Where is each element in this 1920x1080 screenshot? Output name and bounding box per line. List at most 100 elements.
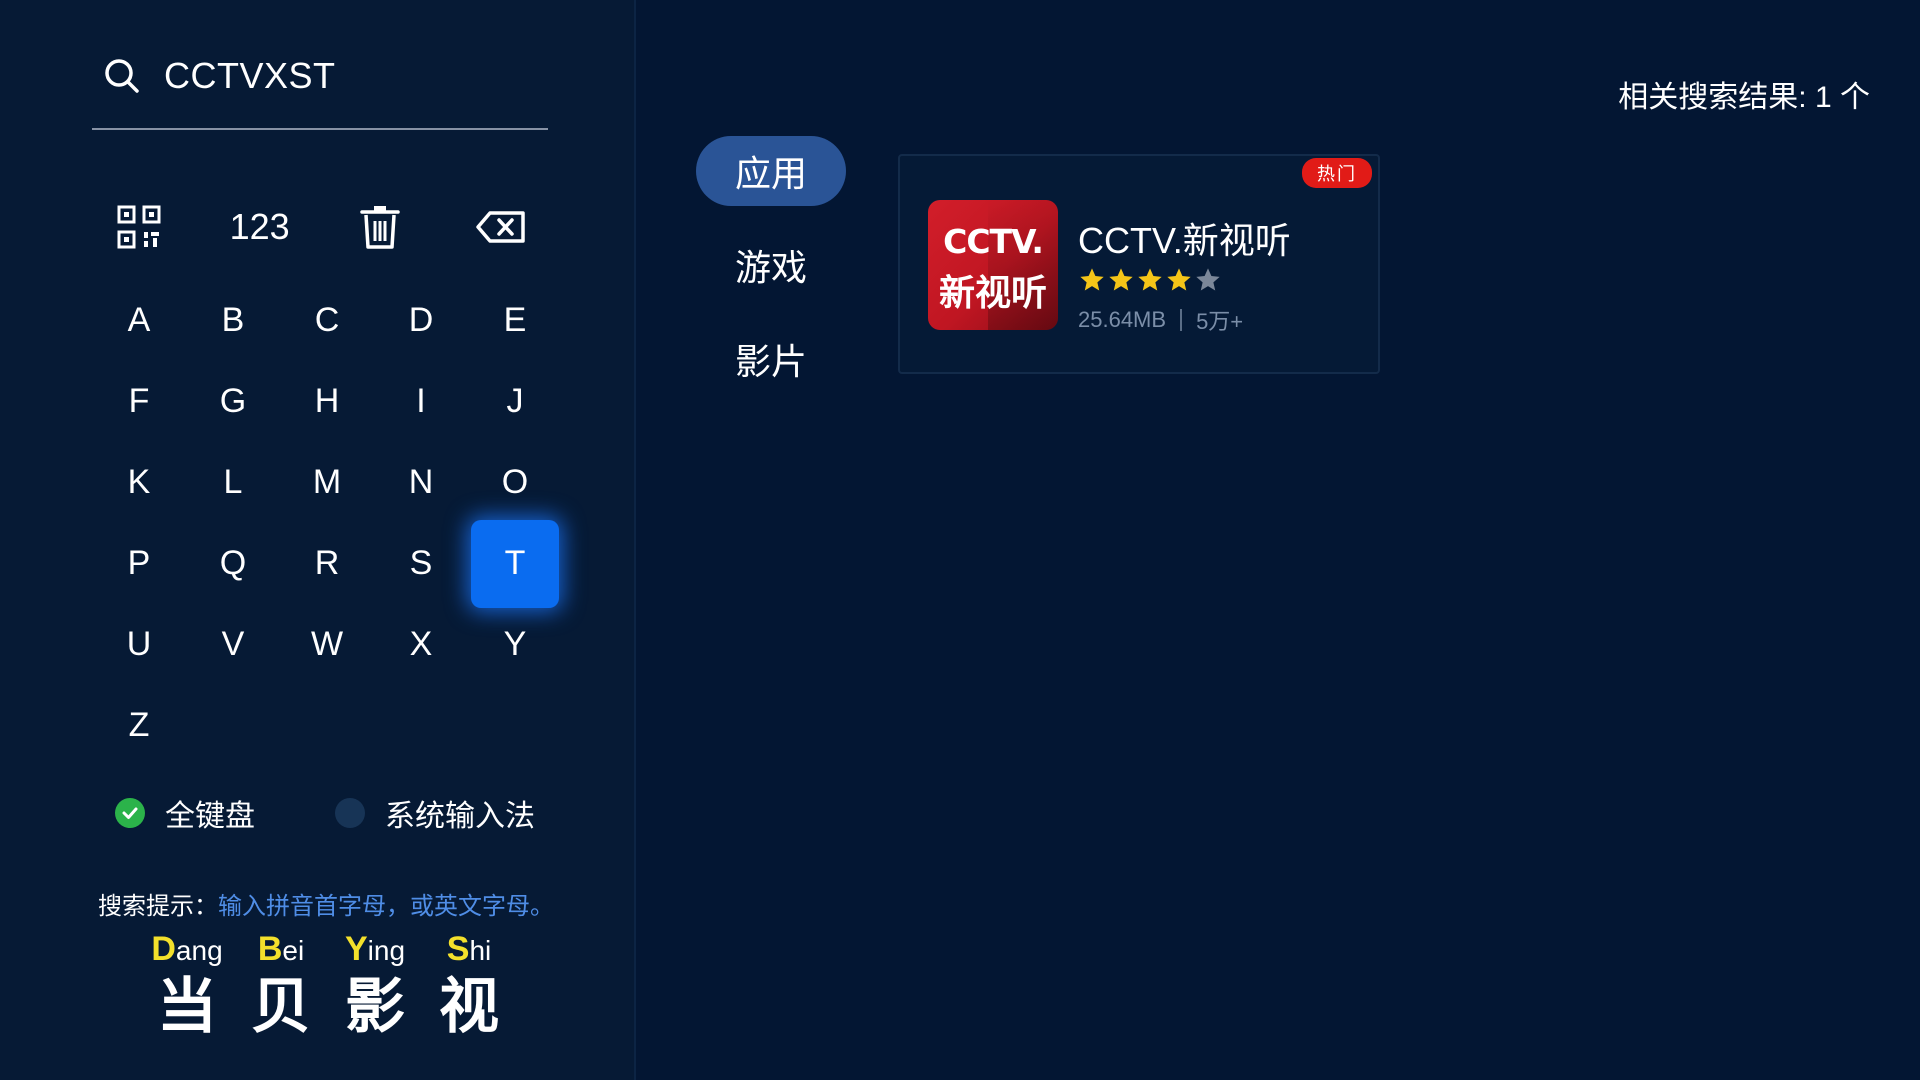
key-a[interactable]: A (95, 277, 183, 365)
key-cell: B (186, 280, 280, 361)
brand-pinyin-rest: ei (282, 935, 305, 966)
key-y[interactable]: Y (471, 601, 559, 689)
brand-pinyin-initial: D (151, 930, 176, 968)
brand-pinyin-initial: S (446, 930, 470, 968)
brand-pinyin-rest: ang (175, 935, 223, 966)
result-count: 相关搜索结果: 1 个 (1618, 81, 1870, 114)
key-x[interactable]: X (377, 601, 465, 689)
key-o[interactable]: O (471, 439, 559, 527)
key-s[interactable]: S (377, 520, 465, 608)
search-query[interactable]: CCTVXST (164, 55, 336, 97)
search-bar[interactable]: CCTVXST (92, 46, 548, 130)
key-t[interactable]: T (471, 519, 559, 608)
key-cell: W (280, 604, 374, 685)
brand-pinyin-rest: hi (469, 935, 492, 966)
star-filled-icon (1080, 268, 1104, 291)
function-key-row: 123 (92, 192, 548, 262)
brand-logo: Dang 当 Bei 贝 Ying 影 Shi 视 (140, 930, 516, 1042)
key-cell: M (280, 442, 374, 523)
option-full-keyboard[interactable]: 全键盘 (115, 791, 255, 835)
qrcode-button[interactable] (92, 192, 186, 262)
brand-char: Shi 视 (422, 930, 516, 1042)
tab-apps[interactable]: 应用 (696, 136, 846, 206)
backspace-button[interactable] (454, 192, 548, 262)
brand-hanzi: 贝 (251, 972, 311, 1042)
key-cell: P (92, 523, 186, 604)
key-cell: U (92, 604, 186, 685)
key-i[interactable]: I (377, 358, 465, 446)
brand-hanzi: 当 (157, 972, 217, 1042)
tab-games[interactable]: 游戏 (696, 230, 846, 300)
key-cell: S (374, 523, 468, 604)
key-cell: C (280, 280, 374, 361)
radio-checked-icon (115, 798, 145, 828)
star-filled-icon (1167, 268, 1191, 291)
app-icon-text: 新视听 (938, 273, 1047, 314)
key-cell: Y (468, 604, 562, 685)
key-cell: D (374, 280, 468, 361)
app-rating (1078, 266, 1223, 294)
numeric-key-button[interactable]: 123 (213, 192, 307, 262)
app-icon: CCTV. 新视听 (928, 200, 1058, 330)
key-l[interactable]: L (189, 439, 277, 527)
trash-icon (360, 206, 401, 249)
brand-pinyin-initial: Y (344, 930, 368, 968)
tab-movies[interactable]: 影片 (696, 324, 846, 394)
star-filled-icon (1138, 268, 1162, 291)
option-label: 系统输入法 (385, 800, 535, 833)
key-j[interactable]: J (471, 358, 559, 446)
key-h[interactable]: H (283, 358, 371, 446)
brand-char: Ying 影 (328, 930, 422, 1042)
key-cell: H (280, 361, 374, 442)
key-f[interactable]: F (95, 358, 183, 446)
key-q[interactable]: Q (189, 520, 277, 608)
radio-unchecked-icon (335, 798, 365, 828)
star-empty-icon (1196, 268, 1220, 291)
key-c[interactable]: C (283, 277, 371, 365)
hint-prefix: 搜索提示： (98, 893, 218, 920)
key-cell: G (186, 361, 280, 442)
brand-pinyin-rest: ing (367, 935, 406, 966)
letter-key-grid: ABCDE FGHIJ KLMNO PQRST UVWXY Z (92, 277, 559, 766)
app-result-card[interactable]: 热门 CCTV. 新视听 CCTV. 新视听 25.64MB 5万+ (898, 154, 1380, 374)
key-cell: T (468, 519, 562, 608)
key-r[interactable]: R (283, 520, 371, 608)
brand-hanzi: 视 (439, 972, 499, 1042)
key-cell: J (468, 361, 562, 442)
key-cell: X (374, 604, 468, 685)
option-system-ime[interactable]: 系统输入法 (335, 791, 535, 835)
key-cell: V (186, 604, 280, 685)
qrcode-icon (117, 205, 161, 249)
key-n[interactable]: N (377, 439, 465, 527)
key-cell: I (374, 361, 468, 442)
app-size: 25.64MB (1078, 307, 1167, 332)
search-hint: 搜索提示：输入拼音首字母，或英文字母。 (98, 886, 554, 921)
clear-button[interactable] (333, 192, 427, 262)
key-g[interactable]: G (189, 358, 277, 446)
key-z[interactable]: Z (95, 682, 183, 770)
key-cell: L (186, 442, 280, 523)
key-b[interactable]: B (189, 277, 277, 365)
key-cell: Q (186, 523, 280, 604)
key-cell: R (280, 523, 374, 604)
key-v[interactable]: V (189, 601, 277, 689)
app-downloads: 5万+ (1196, 309, 1244, 334)
category-tabs: 应用 游戏 影片 (696, 136, 846, 418)
key-d[interactable]: D (377, 277, 465, 365)
hint-text: 输入拼音首字母，或英文字母。 (218, 893, 554, 920)
backspace-icon (476, 211, 525, 243)
key-e[interactable]: E (471, 277, 559, 365)
key-cell: F (92, 361, 186, 442)
brand-pinyin-initial: B (257, 930, 283, 968)
app-icon-text: CCTV. (943, 222, 1044, 261)
key-cell: K (92, 442, 186, 523)
hot-badge: 热门 (1302, 158, 1372, 188)
key-u[interactable]: U (95, 601, 183, 689)
key-m[interactable]: M (283, 439, 371, 527)
key-w[interactable]: W (283, 601, 371, 689)
key-k[interactable]: K (95, 439, 183, 527)
key-p[interactable]: P (95, 520, 183, 608)
brand-char: Dang 当 (140, 930, 234, 1042)
search-icon (105, 59, 139, 93)
key-cell: O (468, 442, 562, 523)
